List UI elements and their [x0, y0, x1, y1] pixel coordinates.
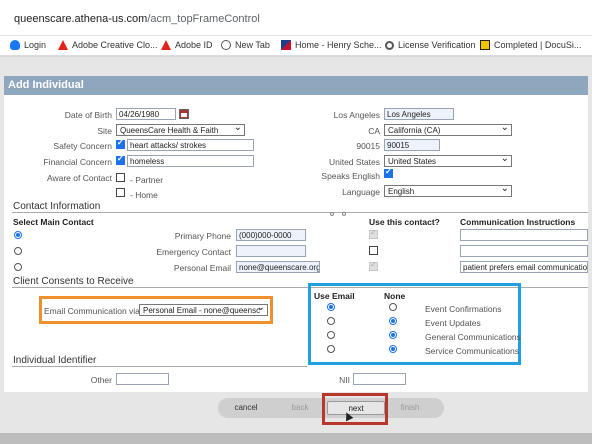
form-title-bar: Add Individual [4, 76, 588, 95]
resize-handle [330, 212, 334, 216]
nii-label: NII [339, 375, 350, 385]
city-label: Los Angeles [333, 110, 380, 120]
country-label: United States [328, 157, 380, 167]
primary-phone-input[interactable]: (000)000-0000 [236, 229, 306, 241]
identifier-divider [12, 366, 307, 367]
other-input[interactable] [116, 373, 169, 385]
site-label: Site [97, 126, 112, 136]
aware-of-contact-label: Aware of Contact [46, 173, 112, 183]
financial-concern-label: Financial Concern [43, 157, 112, 167]
next-button-highlight [322, 393, 388, 425]
bookmark-login[interactable]: Login [10, 40, 46, 50]
personal-email-label: Personal Email [173, 263, 231, 273]
zip-label: 90015 [356, 141, 380, 151]
flag-icon [281, 40, 291, 50]
consent-general-email-radio[interactable] [327, 331, 335, 339]
site-select[interactable]: QueensCare Health & Faith [116, 124, 245, 136]
speaks-english-checkbox[interactable] [384, 167, 393, 178]
language-select[interactable]: English [384, 185, 512, 197]
other-label: Other [90, 375, 112, 385]
email-communication-label: Email Communication via [44, 306, 140, 316]
instructions-header: Communication Instructions [460, 217, 576, 227]
state-label: CA [368, 126, 380, 136]
consent-general-none-radio[interactable] [389, 331, 397, 339]
emergency-contact-label: Emergency Contact [156, 247, 231, 257]
primary-phone-label: Primary Phone [174, 231, 231, 241]
consent-general-label: General Communications [425, 332, 521, 342]
safety-concern-input[interactable]: heart attacks/ strokes [127, 139, 254, 151]
none-header: None [384, 291, 406, 301]
main-contact-radio-email[interactable] [14, 263, 22, 271]
download-icon [480, 40, 490, 50]
email-communication-select[interactable]: Personal Email - none@queensc [139, 304, 268, 316]
use-emergency-checkbox[interactable] [369, 246, 378, 255]
home-label: - Home [130, 190, 158, 200]
bookmark-adobe-creative[interactable]: Adobe Creative Clo... [58, 40, 158, 50]
zip-input[interactable]: 90015 [384, 139, 440, 151]
resize-handle [342, 212, 346, 216]
consent-confirmations-none-radio[interactable] [389, 303, 397, 311]
personal-email-input[interactable]: none@queenscare.org [236, 261, 320, 273]
emergency-instructions-input[interactable] [460, 245, 588, 257]
finish-button[interactable]: finish [395, 401, 425, 415]
state-select[interactable]: California (CA) [384, 124, 512, 136]
identifier-section-title: Individual Identifier [13, 355, 97, 366]
emergency-contact-input[interactable] [236, 245, 306, 257]
consent-service-email-radio[interactable] [327, 345, 335, 353]
use-phone-checkbox[interactable] [369, 228, 378, 239]
email-instructions-input[interactable]: patient prefers email communicatio [460, 261, 588, 273]
language-label: Language [342, 187, 380, 197]
home-checkbox[interactable] [116, 188, 125, 197]
bookmark-adobe-id[interactable]: Adobe ID [161, 40, 213, 50]
url-text[interactable]: queenscare.athena-us.com/acm_topFrameCon… [14, 13, 260, 25]
partner-label: - Partner [130, 175, 164, 185]
bookmarks-bar: Login Adobe Creative Clo... Adobe ID New… [0, 36, 592, 56]
main-contact-radio-phone[interactable] [14, 231, 22, 239]
globe-icon [221, 40, 231, 50]
speaks-english-label: Speaks English [321, 171, 380, 181]
consent-confirmations-label: Event Confirmations [425, 304, 502, 314]
main-contact-radio-emergency[interactable] [14, 247, 22, 255]
back-button[interactable]: back [285, 401, 315, 415]
bookmark-license[interactable]: License Verification [385, 40, 476, 50]
nii-input[interactable] [353, 373, 406, 385]
safety-concern-checkbox[interactable] [116, 138, 125, 149]
use-email-checkbox[interactable] [369, 260, 378, 271]
cancel-button[interactable]: cancel [226, 401, 266, 415]
form-title: Add Individual [8, 79, 84, 91]
consents-section-title: Client Consents to Receive [13, 276, 134, 287]
adobe-icon [161, 40, 171, 50]
phone-instructions-input[interactable] [460, 229, 588, 241]
partner-checkbox[interactable] [116, 173, 125, 182]
gear-icon [385, 40, 394, 50]
use-email-header: Use Email [314, 291, 355, 301]
dob-label: Date of Birth [64, 110, 112, 120]
bookmark-docusign[interactable]: Completed | DocuSi... [480, 40, 581, 50]
financial-concern-input[interactable]: homeless [127, 155, 254, 167]
horizontal-scrollbar[interactable] [0, 433, 592, 444]
cloud-icon [10, 40, 20, 50]
dob-input[interactable]: 04/26/1980 [116, 108, 176, 120]
adobe-icon [58, 40, 68, 50]
main-contact-header: Select Main Contact [13, 217, 94, 227]
safety-concern-label: Safety Concern [53, 141, 112, 151]
use-contact-header: Use this contact? [369, 217, 440, 227]
consent-updates-email-radio[interactable] [327, 317, 335, 325]
consent-updates-none-radio[interactable] [389, 317, 397, 325]
bookmark-home-henry[interactable]: Home - Henry Sche... [281, 40, 382, 50]
calendar-icon[interactable] [179, 109, 189, 119]
consent-updates-label: Event Updates [425, 318, 481, 328]
bookmark-new-tab[interactable]: New Tab [221, 40, 270, 50]
contact-divider [12, 212, 588, 213]
consent-service-none-radio[interactable] [389, 345, 397, 353]
financial-concern-checkbox[interactable] [116, 154, 125, 165]
contact-section-title: Contact Information [13, 201, 101, 212]
address-bar[interactable]: queenscare.athena-us.com/acm_topFrameCon… [0, 0, 592, 36]
country-select[interactable]: United States [384, 155, 512, 167]
city-input[interactable]: Los Angeles [384, 108, 454, 120]
consent-service-label: Service Communications [425, 346, 520, 356]
consent-confirmations-email-radio[interactable] [327, 303, 335, 311]
